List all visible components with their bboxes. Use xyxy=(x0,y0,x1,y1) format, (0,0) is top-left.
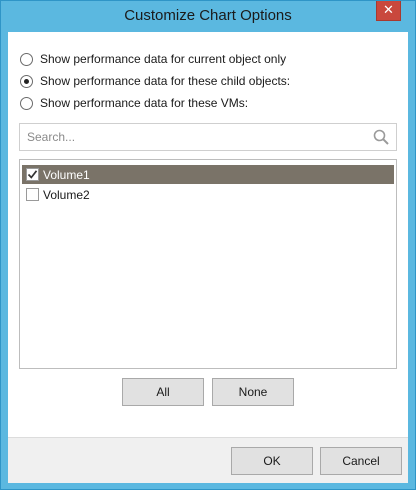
checkbox-checked[interactable] xyxy=(26,168,39,181)
dialog-window: Customize Chart Options ✕ Show performan… xyxy=(0,0,416,490)
cancel-button[interactable]: Cancel xyxy=(320,447,402,475)
dialog-footer: OK Cancel xyxy=(8,437,408,483)
list-item-volume1[interactable]: Volume1 xyxy=(22,165,394,184)
radio-vms[interactable]: Show performance data for these VMs: xyxy=(20,94,248,112)
dialog-content: Show performance data for current object… xyxy=(8,32,408,483)
search-icon[interactable] xyxy=(373,129,389,145)
radio-label: Show performance data for these child ob… xyxy=(40,74,291,88)
radio-button[interactable] xyxy=(20,96,33,110)
radio-current-object[interactable]: Show performance data for current object… xyxy=(20,50,286,68)
radio-label: Show performance data for these VMs: xyxy=(40,96,249,110)
checkmark-icon xyxy=(27,170,38,179)
radio-button[interactable] xyxy=(20,52,33,66)
radio-label: Show performance data for current object… xyxy=(40,52,287,66)
child-objects-list[interactable]: Volume1 Volume2 xyxy=(19,159,397,369)
close-button[interactable]: ✕ xyxy=(376,1,401,21)
list-item-volume2[interactable]: Volume2 xyxy=(22,185,394,204)
ok-button[interactable]: OK xyxy=(231,447,313,475)
list-item-label: Volume2 xyxy=(43,187,90,202)
dialog-title: Customize Chart Options xyxy=(124,7,292,24)
search-box xyxy=(19,123,397,151)
list-item-label: Volume1 xyxy=(43,167,90,182)
select-none-button[interactable]: None xyxy=(212,378,294,406)
radio-button[interactable] xyxy=(20,74,33,88)
title-bar[interactable]: Customize Chart Options ✕ xyxy=(1,1,415,32)
checkbox-unchecked[interactable] xyxy=(26,188,39,201)
search-input[interactable] xyxy=(20,124,360,150)
select-all-button[interactable]: All xyxy=(122,378,204,406)
radio-child-objects[interactable]: Show performance data for these child ob… xyxy=(20,72,290,90)
